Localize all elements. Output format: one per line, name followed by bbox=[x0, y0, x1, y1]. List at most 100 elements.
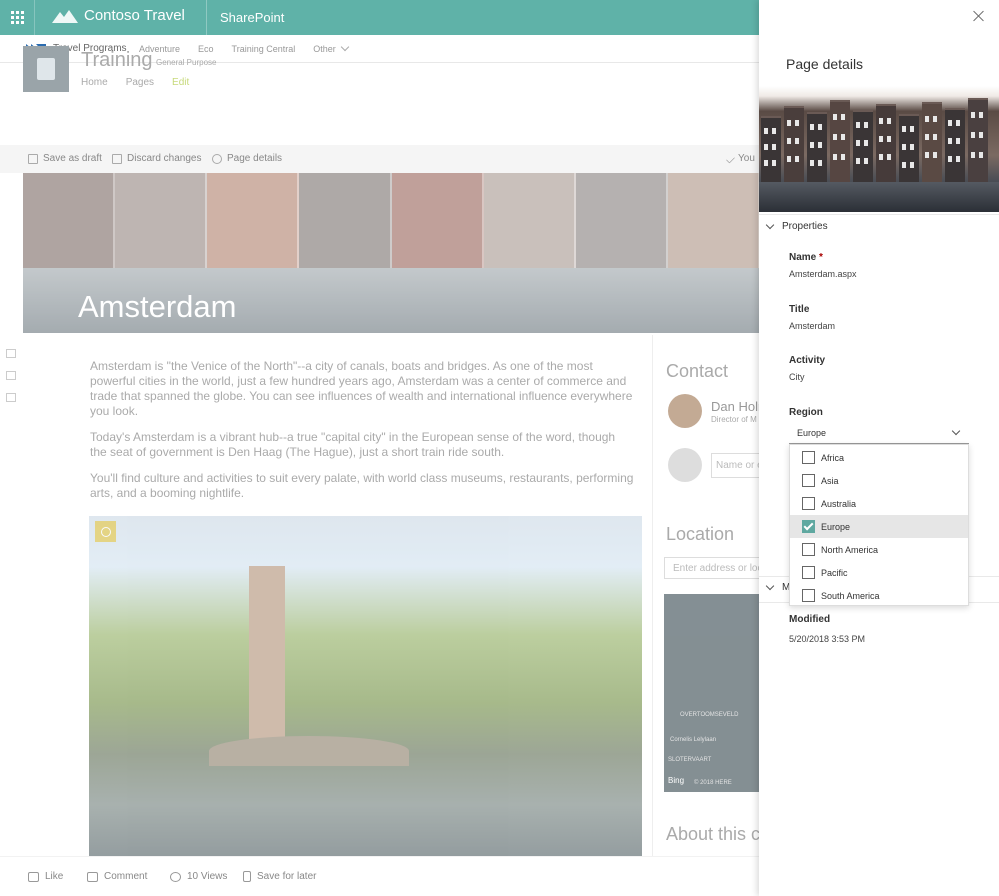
site-navigation: Home Pages Edit bbox=[81, 77, 189, 88]
social-bar: Like Comment 10 Views Save for later bbox=[0, 856, 760, 896]
hub-link-eco[interactable]: Eco bbox=[198, 44, 214, 54]
contact-role: Director of M bbox=[711, 415, 757, 424]
name-label: Name * bbox=[789, 252, 823, 263]
move-section-icon[interactable] bbox=[6, 371, 16, 380]
panel-title: Page details bbox=[786, 56, 864, 72]
region-options-list: Africa Asia Australia Europe North Ameri… bbox=[789, 444, 969, 606]
comment-label: Comment bbox=[104, 871, 148, 882]
hub-link-other[interactable]: Other bbox=[313, 42, 350, 54]
region-dropdown[interactable]: Europe bbox=[789, 424, 969, 444]
region-option-asia[interactable]: Asia bbox=[790, 469, 968, 492]
map[interactable]: OVERTOOMSEVELD Cornelis Lelylaan SLOTERV… bbox=[664, 594, 759, 792]
article-image[interactable] bbox=[89, 516, 642, 856]
properties-section-toggle[interactable]: Properties bbox=[764, 220, 828, 232]
like-label: Like bbox=[45, 871, 64, 882]
activity-field[interactable]: City bbox=[789, 372, 805, 382]
region-option-label: Asia bbox=[821, 475, 839, 486]
contact-heading: Contact bbox=[666, 361, 729, 381]
page-thumbnail[interactable] bbox=[759, 86, 999, 212]
views-count: 10 Views bbox=[170, 871, 227, 882]
address-input[interactable]: Enter address or loc bbox=[664, 557, 774, 579]
bookmark-icon bbox=[243, 871, 251, 882]
hub-link-training-central[interactable]: Training Central bbox=[232, 44, 296, 54]
site-logo[interactable] bbox=[23, 46, 69, 92]
discard-changes-button[interactable]: Discard changes bbox=[112, 153, 201, 164]
hero-buildings bbox=[23, 173, 760, 268]
properties-heading: Properties bbox=[782, 221, 828, 232]
avatar[interactable] bbox=[668, 394, 702, 428]
region-option-label: Europe bbox=[821, 521, 851, 532]
save-for-later-button[interactable]: Save for later bbox=[243, 871, 316, 882]
brand-logo-icon bbox=[52, 9, 78, 23]
comment-button[interactable]: Comment bbox=[87, 871, 147, 882]
like-icon bbox=[28, 871, 39, 882]
chevron-down-icon bbox=[951, 426, 961, 436]
checkbox[interactable] bbox=[802, 474, 815, 487]
article-paragraph: Today's Amsterdam is a vibrant hub--a tr… bbox=[90, 430, 616, 459]
region-option-label: South America bbox=[821, 590, 880, 601]
delete-section-icon[interactable] bbox=[6, 393, 16, 402]
chevron-down-icon bbox=[765, 581, 775, 590]
article-paragraph: Amsterdam is "the Venice of the North"--… bbox=[90, 359, 633, 418]
close-icon[interactable] bbox=[973, 10, 985, 22]
region-option-south-america[interactable]: South America bbox=[790, 584, 968, 607]
brand-name: Contoso Travel bbox=[84, 7, 185, 24]
save-draft-label: Save as draft bbox=[43, 153, 102, 164]
site-nav-pages[interactable]: Pages bbox=[126, 77, 154, 88]
checkbox[interactable] bbox=[802, 451, 815, 464]
discard-icon bbox=[112, 153, 122, 164]
edit-section-icon[interactable] bbox=[6, 349, 16, 358]
hub-links: Adventure Eco Training Central Other bbox=[139, 42, 350, 54]
site-nav-home[interactable]: Home bbox=[81, 77, 108, 88]
comment-icon bbox=[87, 871, 98, 882]
name-label-text: Name bbox=[789, 252, 817, 263]
chevron-down-icon bbox=[340, 42, 350, 52]
region-option-pacific[interactable]: Pacific bbox=[790, 561, 968, 584]
region-option-label: Africa bbox=[821, 452, 845, 463]
hub-link-other-label: Other bbox=[313, 44, 336, 54]
modified-value: 5/20/2018 3:53 PM bbox=[789, 634, 866, 644]
brand[interactable]: Contoso Travel bbox=[52, 7, 185, 24]
discard-label: Discard changes bbox=[127, 153, 202, 164]
like-button[interactable]: Like bbox=[28, 871, 63, 882]
check-icon bbox=[725, 153, 736, 164]
canal-bridge bbox=[209, 736, 409, 766]
region-option-australia[interactable]: Australia bbox=[790, 492, 968, 515]
checkbox[interactable] bbox=[802, 566, 815, 579]
checkbox[interactable] bbox=[802, 589, 815, 602]
save-icon bbox=[28, 153, 38, 164]
chevron-down-icon bbox=[765, 220, 775, 229]
article-paragraph: You'll find culture and activities to su… bbox=[90, 471, 634, 500]
checkbox[interactable] bbox=[802, 497, 815, 510]
region-option-europe[interactable]: Europe bbox=[790, 515, 968, 538]
suite-app-name[interactable]: SharePoint bbox=[220, 10, 284, 25]
app-launcher-button[interactable] bbox=[0, 0, 35, 35]
save-later-label: Save for later bbox=[257, 871, 317, 882]
region-option-africa[interactable]: Africa bbox=[790, 446, 968, 469]
checkbox-checked[interactable] bbox=[802, 520, 815, 533]
title-field[interactable]: Amsterdam bbox=[789, 321, 835, 331]
region-option-label: North America bbox=[821, 544, 879, 555]
region-option-north-america[interactable]: North America bbox=[790, 538, 968, 561]
suite-divider bbox=[206, 0, 207, 35]
activity-label: Activity bbox=[789, 355, 826, 366]
gear-icon bbox=[212, 153, 222, 164]
page-details-panel: Page details Properties Name * Amsterdam… bbox=[759, 0, 999, 896]
bing-logo: Bing bbox=[668, 776, 685, 785]
name-field[interactable]: Amsterdam.aspx bbox=[789, 269, 857, 279]
checkbox[interactable] bbox=[802, 543, 815, 556]
section-toolbar bbox=[6, 349, 16, 402]
save-draft-button[interactable]: Save as draft bbox=[28, 153, 102, 164]
save-status: You bbox=[725, 153, 755, 164]
divider bbox=[759, 214, 999, 215]
location-heading: Location bbox=[666, 524, 735, 544]
hero-title[interactable]: Amsterdam bbox=[78, 289, 236, 325]
page-details-button[interactable]: Page details bbox=[212, 153, 282, 164]
article-text[interactable]: Amsterdam is "the Venice of the North"--… bbox=[90, 359, 635, 512]
views-label: 10 Views bbox=[187, 871, 228, 882]
image-info-icon[interactable] bbox=[95, 521, 116, 542]
map-label: Cornelis Lelylaan bbox=[670, 737, 717, 743]
site-nav-edit[interactable]: Edit bbox=[172, 77, 189, 88]
page-details-label: Page details bbox=[227, 153, 283, 164]
map-label: OVERTOOMSEVELD bbox=[680, 712, 739, 718]
